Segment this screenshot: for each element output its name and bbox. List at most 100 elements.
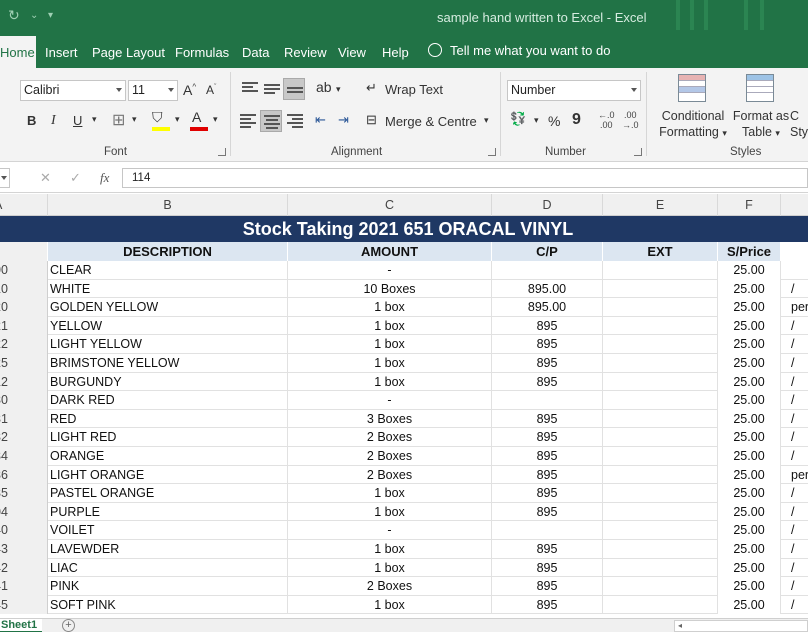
bold-button[interactable]: B: [27, 113, 36, 128]
ext-cell[interactable]: [603, 577, 718, 596]
description-cell[interactable]: PASTEL ORANGE: [48, 484, 288, 503]
customize-toolbar-icon[interactable]: ▾: [48, 10, 53, 21]
sprice-cell[interactable]: 25.00: [718, 391, 781, 410]
ext-cell[interactable]: [603, 298, 718, 317]
sprice-cell[interactable]: 25.00: [718, 502, 781, 522]
sprice-cell[interactable]: 25.00: [718, 595, 781, 615]
column-g-cell[interactable]: per: [781, 298, 808, 317]
row-number-cell[interactable]: 12: [0, 372, 48, 392]
sprice-cell[interactable]: 25.00: [718, 484, 781, 503]
scroll-left-icon[interactable]: ◂: [678, 621, 682, 630]
description-cell[interactable]: CLEAR: [48, 261, 288, 280]
underline-dropdown-icon[interactable]: ▾: [92, 114, 97, 125]
sprice-cell[interactable]: 25.00: [718, 428, 781, 447]
amount-cell[interactable]: 3 Boxes: [288, 409, 492, 429]
sheet-tab-sheet1[interactable]: Sheet1: [0, 619, 42, 632]
header-cp[interactable]: C/P: [492, 242, 603, 261]
decrease-indent-icon[interactable]: ⇤: [315, 112, 326, 128]
ext-cell[interactable]: [603, 595, 718, 615]
tab-data[interactable]: Data: [242, 45, 269, 60]
sheet-banner-title[interactable]: Stock Taking 2021 651 ORACAL VINYL: [0, 216, 808, 242]
percent-style-button[interactable]: %: [548, 113, 560, 129]
font-color-dropdown-icon[interactable]: ▾: [213, 114, 218, 125]
ext-cell[interactable]: [603, 540, 718, 559]
sprice-cell[interactable]: 25.00: [718, 372, 781, 392]
column-g-cell[interactable]: /: [781, 447, 808, 466]
ext-cell[interactable]: [603, 447, 718, 466]
column-g-cell[interactable]: /: [781, 354, 808, 373]
orientation-dropdown-icon[interactable]: ▾: [336, 84, 341, 95]
column-g-cell[interactable]: /: [781, 521, 808, 540]
underline-button[interactable]: U: [73, 113, 82, 128]
header-ext[interactable]: EXT: [603, 242, 718, 261]
row-number-cell[interactable]: 32: [0, 428, 48, 447]
description-cell[interactable]: BRIMSTONE YELLOW: [48, 354, 288, 373]
sprice-cell[interactable]: 25.00: [718, 298, 781, 317]
amount-cell[interactable]: 2 Boxes: [288, 447, 492, 466]
column-g-cell[interactable]: /: [781, 335, 808, 354]
row-number-cell[interactable]: 40: [0, 521, 48, 540]
cp-cell[interactable]: 895: [492, 316, 603, 336]
amount-cell[interactable]: 1 box: [288, 540, 492, 559]
sprice-cell[interactable]: 25.00: [718, 316, 781, 336]
ext-cell[interactable]: [603, 484, 718, 503]
redo-dropdown-icon[interactable]: ⌄: [30, 10, 38, 21]
orientation-icon[interactable]: ab: [316, 79, 332, 95]
column-g-cell[interactable]: /: [781, 391, 808, 410]
font-launcher-icon[interactable]: [218, 148, 226, 156]
tab-view[interactable]: View: [338, 45, 366, 60]
ext-cell[interactable]: [603, 261, 718, 280]
row-number-cell[interactable]: 42: [0, 558, 48, 578]
wrap-text-icon[interactable]: ↵: [366, 80, 377, 96]
cp-cell[interactable]: 895.00: [492, 279, 603, 299]
description-cell[interactable]: WHITE: [48, 279, 288, 299]
row-number-cell[interactable]: 45: [0, 595, 48, 615]
cp-cell[interactable]: 895.00: [492, 298, 603, 317]
column-g-cell[interactable]: /: [781, 540, 808, 559]
sprice-cell[interactable]: 25.00: [718, 261, 781, 280]
row-number-cell[interactable]: 36: [0, 465, 48, 485]
amount-cell[interactable]: -: [288, 521, 492, 540]
description-cell[interactable]: LIGHT YELLOW: [48, 335, 288, 354]
row-number-cell[interactable]: 04: [0, 502, 48, 522]
cp-cell[interactable]: [492, 391, 603, 410]
wrap-text-button[interactable]: Wrap Text: [385, 82, 443, 97]
align-center-button[interactable]: [260, 110, 282, 132]
description-cell[interactable]: LIGHT ORANGE: [48, 465, 288, 485]
conditional-formatting-button[interactable]: Conditional Formatting ▾: [655, 108, 731, 141]
column-g-cell[interactable]: /: [781, 484, 808, 503]
increase-decimal-button[interactable]: ←.0 .00: [598, 110, 615, 130]
description-cell[interactable]: YELLOW: [48, 316, 288, 336]
amount-cell[interactable]: 1 box: [288, 298, 492, 317]
row-number-cell[interactable]: 35: [0, 484, 48, 503]
sprice-cell[interactable]: 25.00: [718, 354, 781, 373]
column-g-cell[interactable]: /: [781, 410, 808, 429]
align-left-icon[interactable]: [240, 114, 256, 128]
cp-cell[interactable]: 895: [492, 502, 603, 522]
row-number-cell[interactable]: 22: [0, 335, 48, 354]
row-number-cell[interactable]: 10: [0, 279, 48, 299]
column-header-f[interactable]: F: [718, 194, 781, 216]
sprice-cell[interactable]: 25.00: [718, 465, 781, 485]
sprice-cell[interactable]: 25.00: [718, 540, 781, 559]
column-g-cell[interactable]: /: [781, 596, 808, 615]
merge-icon[interactable]: ⊟: [366, 112, 377, 128]
align-bottom-button[interactable]: [283, 78, 305, 100]
sprice-cell[interactable]: 25.00: [718, 558, 781, 578]
column-g-cell[interactable]: /: [781, 559, 808, 578]
format-as-table-button[interactable]: Format as Table ▾: [730, 108, 792, 141]
italic-button[interactable]: I: [51, 113, 56, 129]
description-cell[interactable]: DARK RED: [48, 391, 288, 410]
column-header-d[interactable]: D: [492, 194, 603, 216]
amount-cell[interactable]: 2 Boxes: [288, 465, 492, 485]
cp-cell[interactable]: 895: [492, 372, 603, 392]
sprice-cell[interactable]: 25.00: [718, 447, 781, 466]
tab-formulas[interactable]: Formulas: [175, 45, 229, 60]
description-cell[interactable]: VOILET: [48, 521, 288, 540]
header-description[interactable]: DESCRIPTION: [48, 242, 288, 261]
amount-cell[interactable]: 1 box: [288, 502, 492, 522]
amount-cell[interactable]: 2 Boxes: [288, 428, 492, 447]
tab-review[interactable]: Review: [284, 45, 327, 60]
row-number-cell[interactable]: 21: [0, 316, 48, 336]
header-amount[interactable]: AMOUNT: [288, 242, 492, 261]
